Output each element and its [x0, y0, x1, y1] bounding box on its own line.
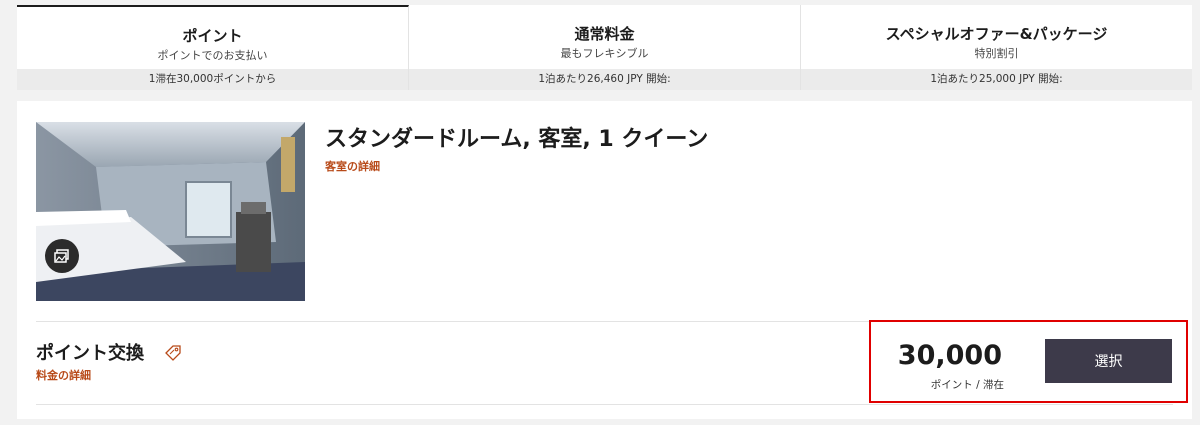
select-button[interactable]: 選択 [1045, 339, 1172, 383]
tab-title: スペシャルオファー&パッケージ [885, 25, 1108, 43]
gallery-icon [54, 249, 69, 263]
tab-standard-rate[interactable]: 通常料金 最もフレキシブル 1泊あたり26,460 JPY 開始: [409, 5, 801, 90]
room-photo-image [36, 122, 305, 301]
room-title: スタンダードルーム, 客室, 1 クイーン [325, 127, 709, 152]
room-card: スタンダードルーム, 客室, 1 クイーン 客室の詳細 ポイント交換 料金の詳細… [17, 101, 1192, 419]
tab-price: 1泊あたり25,000 JPY 開始: [801, 69, 1192, 90]
rate-tabs: ポイント ポイントでのお支払い 1滞在30,000ポイントから 通常料金 最もフ… [17, 5, 1192, 90]
tab-subtitle: ポイントでのお支払い [157, 49, 268, 62]
tab-special-offers[interactable]: スペシャルオファー&パッケージ 特別割引 1泊あたり25,000 JPY 開始: [801, 5, 1192, 90]
divider [36, 404, 1173, 405]
gallery-button[interactable] [45, 239, 79, 273]
room-photo[interactable] [36, 122, 305, 301]
tab-price: 1泊あたり26,460 JPY 開始: [409, 69, 800, 90]
room-details-link[interactable]: 客室の詳細 [325, 158, 380, 174]
price-highlight-box: 30,000 ポイント / 滞在 選択 [869, 320, 1188, 403]
tab-title: 通常料金 [574, 25, 635, 43]
rate-title: ポイント交換 [36, 343, 144, 364]
tab-price: 1滞在30,000ポイントから [17, 69, 408, 90]
points-price: 30,000 [897, 340, 1002, 371]
tab-subtitle: 最もフレキシブル [560, 47, 649, 60]
tag-icon [165, 345, 181, 361]
rate-details-link[interactable]: 料金の詳細 [36, 367, 91, 383]
price-unit: ポイント / 滞在 [930, 379, 1004, 391]
tab-subtitle: 特別割引 [974, 47, 1019, 60]
tab-points[interactable]: ポイント ポイントでのお支払い 1滞在30,000ポイントから [17, 5, 409, 90]
tab-title: ポイント [182, 27, 243, 45]
